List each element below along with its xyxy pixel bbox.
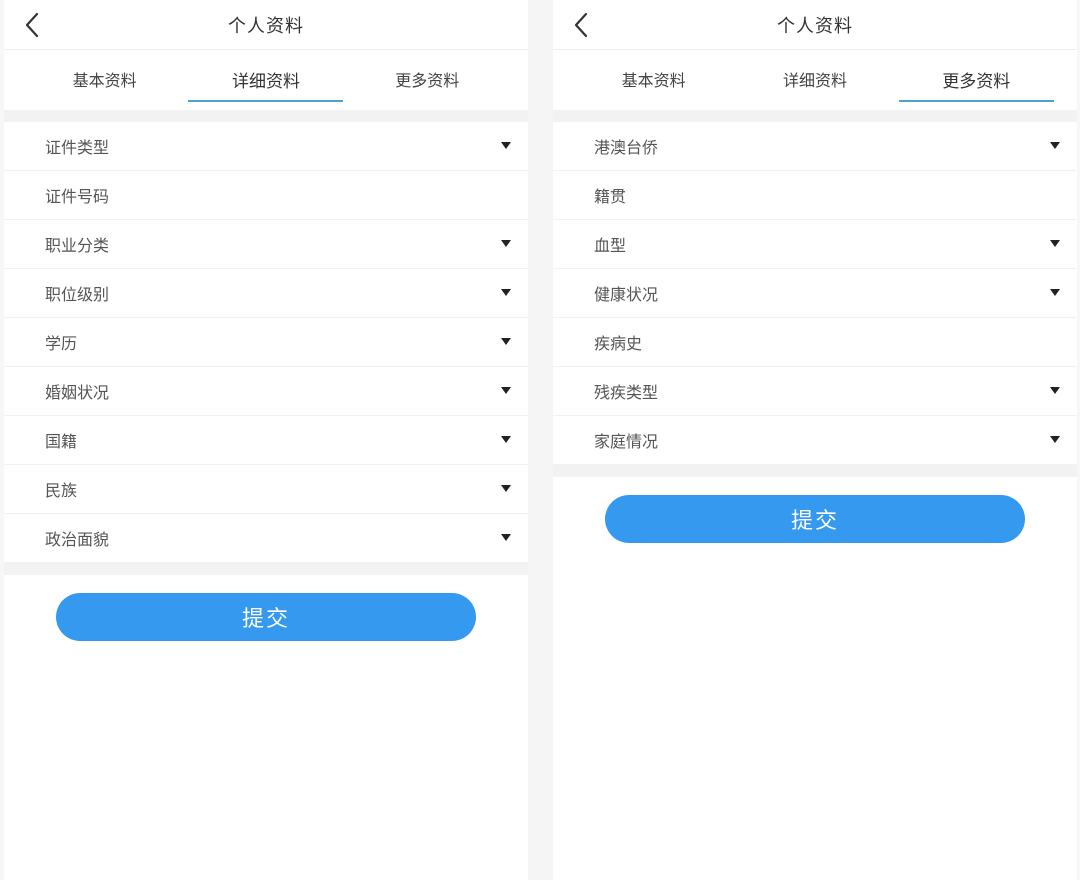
- field-label: 残疾类型: [594, 383, 659, 402]
- section-divider: [553, 465, 1077, 477]
- caret-down-icon: [1050, 436, 1060, 443]
- screen-gap: [528, 0, 553, 880]
- header-bar: 个人资料: [4, 0, 528, 50]
- caret-down-icon: [1050, 387, 1060, 394]
- more-info-screen: 个人资料 基本资料 详细资料 更多资料 港澳台侨 籍贯 血型 健康状况 疾病史 …: [553, 0, 1077, 880]
- field-id-number[interactable]: 证件号码: [4, 171, 528, 220]
- field-position-level[interactable]: 职位级别: [4, 269, 528, 318]
- tab-basic-info[interactable]: 基本资料: [27, 55, 182, 105]
- field-label: 籍贯: [594, 187, 627, 206]
- field-occupation-category[interactable]: 职业分类: [4, 220, 528, 269]
- field-native-place[interactable]: 籍贯: [553, 171, 1077, 220]
- field-hk-macao-taiwan[interactable]: 港澳台侨: [553, 122, 1077, 171]
- caret-down-icon: [501, 338, 511, 345]
- tab-more-info[interactable]: 更多资料: [350, 55, 505, 105]
- field-label: 血型: [594, 236, 627, 255]
- field-id-type[interactable]: 证件类型: [4, 122, 528, 171]
- section-divider: [4, 563, 528, 575]
- tab-bar: 基本资料 详细资料 更多资料: [4, 50, 528, 110]
- field-label: 政治面貌: [45, 530, 110, 549]
- form-list: 证件类型 证件号码 职业分类 职位级别 学历 婚姻状况 国籍 民族 政治面貌: [4, 122, 528, 563]
- field-label: 家庭情况: [594, 432, 659, 451]
- submit-area: 提交: [4, 575, 528, 641]
- field-marital-status[interactable]: 婚姻状况: [4, 367, 528, 416]
- field-blood-type[interactable]: 血型: [553, 220, 1077, 269]
- field-ethnicity[interactable]: 民族: [4, 465, 528, 514]
- header-bar: 个人资料: [553, 0, 1077, 50]
- form-list: 港澳台侨 籍贯 血型 健康状况 疾病史 残疾类型 家庭情况: [553, 122, 1077, 465]
- field-political-status[interactable]: 政治面貌: [4, 514, 528, 563]
- field-label: 证件号码: [45, 187, 110, 206]
- field-label: 学历: [45, 334, 78, 353]
- caret-down-icon: [501, 436, 511, 443]
- field-label: 疾病史: [594, 334, 643, 353]
- tab-detailed-info[interactable]: 详细资料: [737, 55, 892, 105]
- chevron-left-icon[interactable]: [22, 11, 44, 39]
- caret-down-icon: [1050, 240, 1060, 247]
- field-label: 婚姻状况: [45, 383, 110, 402]
- field-education[interactable]: 学历: [4, 318, 528, 367]
- field-disability-type[interactable]: 残疾类型: [553, 367, 1077, 416]
- page-title: 个人资料: [228, 15, 304, 37]
- field-label: 港澳台侨: [594, 138, 659, 157]
- tab-basic-info[interactable]: 基本资料: [576, 55, 731, 105]
- field-medical-history[interactable]: 疾病史: [553, 318, 1077, 367]
- screenshot-stage: 个人资料 基本资料 详细资料 更多资料 证件类型 证件号码 职业分类 职位级别: [0, 0, 1080, 880]
- caret-down-icon: [501, 289, 511, 296]
- field-label: 职位级别: [45, 285, 110, 304]
- field-nationality[interactable]: 国籍: [4, 416, 528, 465]
- caret-down-icon: [501, 534, 511, 541]
- tab-more-info[interactable]: 更多资料: [898, 55, 1054, 106]
- submit-area: 提交: [553, 477, 1077, 543]
- field-label: 民族: [45, 481, 78, 500]
- caret-down-icon: [501, 240, 511, 247]
- caret-down-icon: [501, 485, 511, 492]
- caret-down-icon: [1050, 142, 1060, 149]
- field-label: 职业分类: [45, 236, 110, 255]
- caret-down-icon: [501, 387, 511, 394]
- caret-down-icon: [1050, 289, 1060, 296]
- field-label: 证件类型: [45, 138, 110, 157]
- detail-info-screen: 个人资料 基本资料 详细资料 更多资料 证件类型 证件号码 职业分类 职位级别: [4, 0, 528, 880]
- tab-bar: 基本资料 详细资料 更多资料: [553, 50, 1077, 110]
- page-title: 个人资料: [777, 15, 853, 37]
- tab-detailed-info[interactable]: 详细资料: [188, 55, 344, 106]
- submit-button[interactable]: 提交: [56, 593, 476, 641]
- section-divider: [553, 110, 1077, 122]
- field-label: 国籍: [45, 432, 78, 451]
- field-family-situation[interactable]: 家庭情况: [553, 416, 1077, 465]
- field-health-status[interactable]: 健康状况: [553, 269, 1077, 318]
- chevron-left-icon[interactable]: [571, 11, 593, 39]
- field-label: 健康状况: [594, 285, 659, 304]
- section-divider: [4, 110, 528, 122]
- caret-down-icon: [501, 142, 511, 149]
- submit-button[interactable]: 提交: [605, 495, 1025, 543]
